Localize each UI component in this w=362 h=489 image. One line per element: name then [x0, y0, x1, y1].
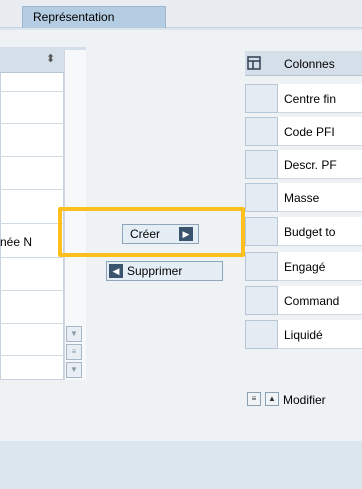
table-row[interactable] [0, 223, 64, 224]
delete-label: Supprimer [127, 264, 183, 278]
table-row[interactable] [0, 91, 64, 92]
right-table-footer: ≡ ▲ Modifier [245, 387, 362, 415]
tab-representation-label: Représentation [33, 10, 115, 24]
row-selector[interactable] [245, 217, 278, 246]
create-button[interactable]: Créer ▶ [122, 224, 199, 244]
scroll-up-icon[interactable]: ▲ [265, 392, 279, 406]
arrow-right-icon: ▶ [179, 227, 193, 241]
columns-label: Colonnes [284, 57, 335, 71]
scroll-page-down-icon[interactable]: ≡ [66, 344, 82, 360]
row-label: Code PFI [284, 125, 335, 139]
list-cell: Masse [278, 183, 362, 212]
table-row[interactable] [0, 290, 64, 291]
list-cell: Budget to [278, 217, 362, 246]
row-selector[interactable] [245, 286, 278, 315]
row-selector[interactable] [245, 84, 278, 113]
row-label: Command [284, 294, 340, 308]
row-label: Centre fin [284, 92, 337, 106]
footer-strip [0, 441, 362, 489]
table-row[interactable] [0, 323, 64, 324]
row-selector[interactable] [245, 320, 278, 349]
scroll-down-icon[interactable]: ▼ [66, 326, 82, 342]
list-item[interactable]: Centre fin [245, 84, 362, 113]
list-cell: Descr. PF [278, 150, 362, 179]
row-label: Masse [284, 191, 320, 205]
left-visible-cell: née N [0, 235, 33, 249]
table-row[interactable] [0, 257, 64, 258]
selected-columns-header: Colonnes [245, 51, 362, 76]
table-row[interactable] [0, 355, 64, 356]
modify-label[interactable]: Modifier [283, 393, 326, 407]
tab-representation[interactable]: Représentation [22, 6, 166, 28]
row-selector[interactable] [245, 183, 278, 212]
list-cell: Liquidé [278, 320, 362, 349]
arrow-left-icon: ◀ [109, 264, 123, 278]
list-cell: Engagé [278, 252, 362, 281]
scroll-bottom-icon[interactable]: ▼ [66, 362, 82, 378]
list-item[interactable]: Code PFI [245, 117, 362, 146]
row-label: Budget to [284, 225, 336, 239]
tab-strip: Représentation [0, 0, 362, 28]
list-item[interactable]: Budget to [245, 217, 362, 246]
table-row[interactable] [0, 189, 64, 190]
list-cell: Command [278, 286, 362, 315]
list-item[interactable]: Engagé [245, 252, 362, 281]
list-item[interactable]: Command [245, 286, 362, 315]
list-item[interactable]: Descr. PF [245, 150, 362, 179]
row-selector[interactable] [245, 150, 278, 179]
row-selector[interactable] [245, 252, 278, 281]
delete-button[interactable]: ◀ Supprimer [106, 261, 223, 281]
available-fields-table [0, 47, 64, 380]
columns-icon[interactable] [247, 56, 261, 70]
list-item[interactable]: Liquidé [245, 320, 362, 349]
scroll-bottom-icon[interactable]: ≡ [247, 392, 261, 406]
list-cell: Centre fin [278, 84, 362, 113]
sort-up-down-icon[interactable]: ⬍ [46, 52, 55, 65]
create-label: Créer [130, 227, 161, 241]
row-label: Engagé [284, 260, 326, 274]
row-label: Liquidé [284, 328, 323, 342]
row-selector[interactable] [245, 117, 278, 146]
row-label: Descr. PF [284, 158, 337, 172]
list-cell: Code PFI [278, 117, 362, 146]
table-row[interactable] [0, 156, 64, 157]
list-item[interactable]: Masse [245, 183, 362, 212]
table-row[interactable] [0, 123, 64, 124]
